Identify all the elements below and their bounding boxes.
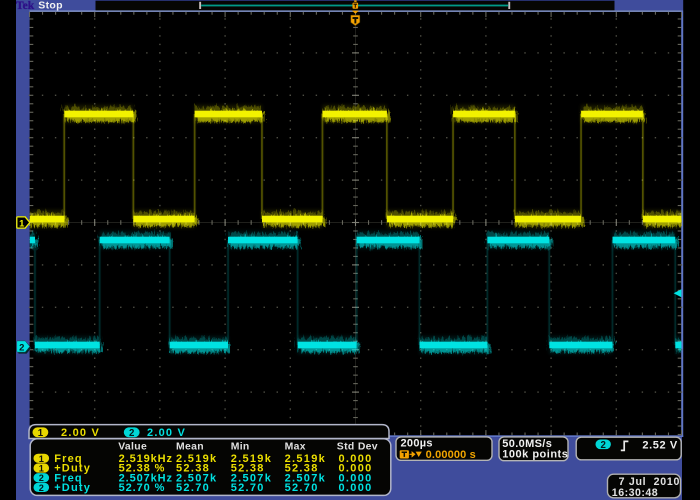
- svg-text:2.52 V: 2.52 V: [642, 440, 677, 452]
- svg-text:1: 1: [38, 428, 44, 439]
- svg-text:200µs: 200µs: [401, 438, 433, 450]
- svg-text:100k points: 100k points: [502, 449, 568, 461]
- svg-text:Value: Value: [118, 442, 147, 453]
- svg-text:Std Dev: Std Dev: [337, 442, 378, 453]
- svg-text:2.00 V: 2.00 V: [147, 427, 186, 439]
- svg-text:0.00000 s: 0.00000 s: [426, 449, 476, 461]
- svg-text:52.70 %: 52.70 %: [119, 482, 166, 494]
- svg-text:2.00 V: 2.00 V: [61, 427, 100, 439]
- svg-text:2: 2: [129, 428, 134, 439]
- svg-text:16:30:48: 16:30:48: [612, 487, 658, 499]
- svg-text:Min: Min: [231, 442, 250, 453]
- svg-text:1: 1: [19, 218, 25, 229]
- svg-text:2: 2: [601, 440, 606, 451]
- svg-text:Mean: Mean: [176, 442, 204, 453]
- svg-text:Stop: Stop: [38, 0, 63, 12]
- svg-text:2: 2: [39, 483, 44, 493]
- svg-text:52.70: 52.70: [285, 482, 319, 494]
- svg-text:0.000: 0.000: [339, 482, 373, 494]
- svg-text:Tek: Tek: [16, 0, 35, 12]
- svg-text:1: 1: [39, 454, 44, 464]
- svg-text:2: 2: [19, 342, 24, 353]
- svg-text:1: 1: [39, 464, 44, 474]
- svg-text:Max: Max: [285, 442, 306, 453]
- svg-text:52.70: 52.70: [176, 482, 210, 494]
- svg-text:+Duty: +Duty: [54, 482, 91, 494]
- svg-text:52.70: 52.70: [231, 482, 265, 494]
- svg-text:2: 2: [39, 473, 44, 483]
